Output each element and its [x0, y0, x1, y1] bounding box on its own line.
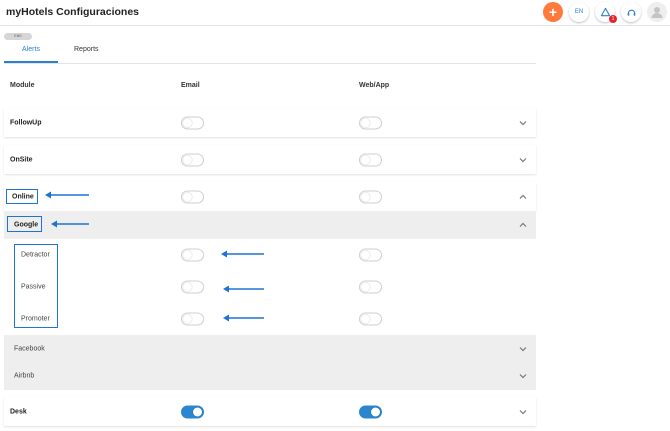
- header-module: Module: [10, 82, 35, 89]
- webapp-toggle[interactable]: [359, 190, 382, 203]
- chevron-down-icon[interactable]: [518, 344, 528, 354]
- chevron-down-icon[interactable]: [518, 371, 528, 381]
- source-label: Airbnb: [14, 372, 35, 380]
- user-avatar-icon: [651, 7, 663, 18]
- email-toggle[interactable]: [181, 248, 204, 261]
- language-button[interactable]: EN: [569, 2, 589, 22]
- tab-reports[interactable]: Reports: [74, 46, 99, 63]
- top-actions: + EN 1: [543, 2, 667, 23]
- language-label: EN: [574, 9, 584, 15]
- plus-icon: +: [548, 4, 558, 20]
- app-title: myHotels Configuraciones: [6, 6, 140, 18]
- hotel-pill[interactable]: ENS: [4, 33, 32, 40]
- module-row-desk[interactable]: Desk: [4, 397, 536, 426]
- email-toggle[interactable]: [181, 116, 204, 129]
- category-row-promoter: Promoter: [4, 305, 536, 332]
- webapp-toggle[interactable]: [359, 248, 382, 261]
- header-email: Email: [181, 82, 200, 89]
- webapp-toggle[interactable]: [359, 405, 382, 418]
- chevron-down-icon[interactable]: [518, 155, 528, 165]
- webapp-toggle[interactable]: [359, 153, 382, 166]
- chevron-up-icon[interactable]: [518, 220, 528, 230]
- category-row-passive: Passive: [4, 273, 536, 300]
- chevron-up-icon[interactable]: [518, 192, 528, 202]
- source-row-facebook[interactable]: Facebook: [4, 335, 536, 362]
- tab-bar: Alerts Reports: [4, 42, 536, 64]
- email-toggle[interactable]: [181, 153, 204, 166]
- email-toggle[interactable]: [181, 405, 204, 418]
- tab-alerts[interactable]: Alerts: [4, 46, 58, 63]
- source-row-airbnb[interactable]: Airbnb: [4, 362, 536, 390]
- module-label: OnSite: [10, 156, 33, 163]
- highlight-box-categories: [14, 244, 58, 328]
- email-toggle[interactable]: [181, 280, 204, 293]
- chevron-down-icon[interactable]: [518, 407, 528, 417]
- arrow-left-icon: [45, 191, 89, 199]
- module-label: Desk: [10, 408, 27, 415]
- arrow-left-icon: [221, 250, 264, 258]
- module-row-onsite[interactable]: OnSite: [4, 145, 536, 174]
- webapp-toggle[interactable]: [359, 312, 382, 325]
- email-toggle[interactable]: [181, 190, 204, 203]
- table-header: Module Email Web/App: [4, 70, 536, 102]
- user-avatar[interactable]: [647, 2, 667, 22]
- support-icon: [627, 9, 635, 16]
- arrow-left-icon: [223, 314, 264, 322]
- support-button[interactable]: [621, 2, 641, 22]
- top-bar: myHotels Configuraciones + EN 1: [0, 0, 670, 26]
- webapp-toggle[interactable]: [359, 116, 382, 129]
- module-row-followup[interactable]: FollowUp: [4, 108, 536, 137]
- add-button[interactable]: +: [543, 2, 563, 22]
- arrow-left-icon: [223, 285, 264, 293]
- header-webapp: Web/App: [359, 82, 390, 89]
- source-label: Facebook: [14, 345, 45, 352]
- highlight-box-online: [6, 189, 38, 204]
- arrow-left-icon: [51, 220, 89, 228]
- notification-badge: 1: [609, 15, 617, 23]
- chevron-down-icon[interactable]: [518, 118, 528, 128]
- notifications-button[interactable]: 1: [595, 2, 617, 23]
- category-row-detractor: Detractor: [4, 241, 536, 268]
- email-toggle[interactable]: [181, 312, 204, 325]
- highlight-box-google: [7, 216, 42, 232]
- module-label: FollowUp: [10, 119, 42, 126]
- webapp-toggle[interactable]: [359, 280, 382, 293]
